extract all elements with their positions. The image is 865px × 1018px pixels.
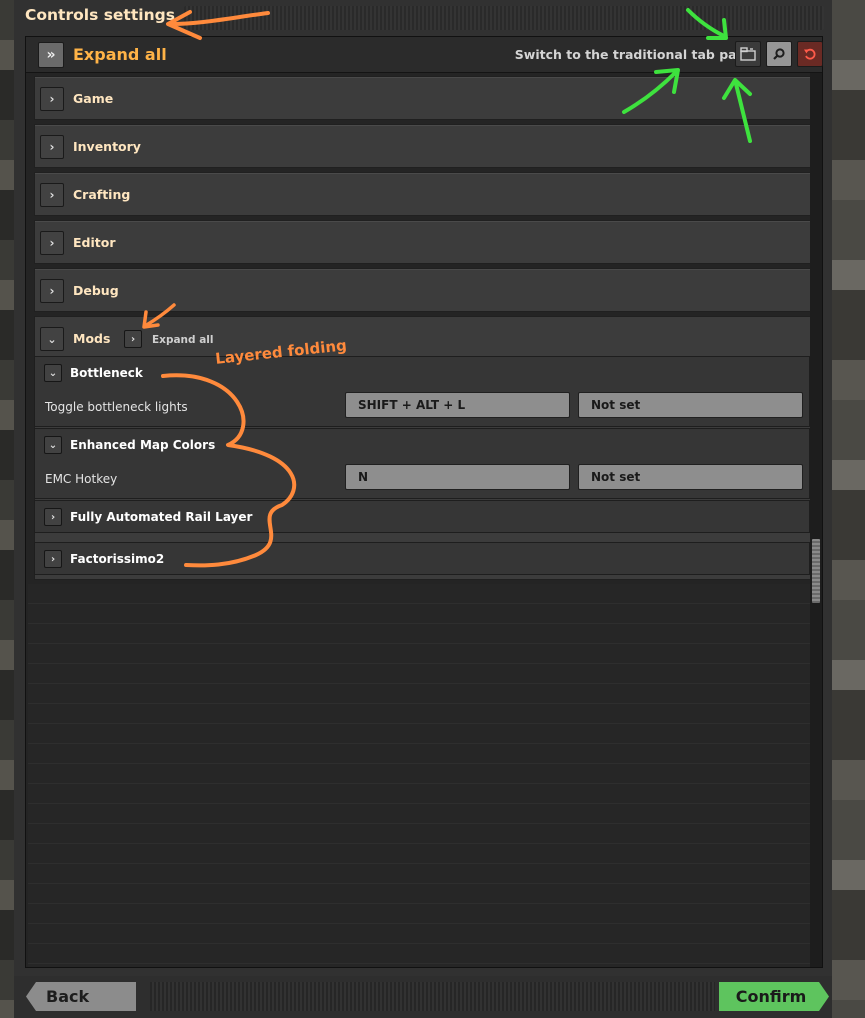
mod-group-label[interactable]: Bottleneck: [70, 366, 143, 380]
chevron-right-icon[interactable]: ›: [40, 135, 64, 159]
keybind-secondary-button[interactable]: Not set: [578, 464, 803, 490]
mod-group-fully-automated-rail-layer[interactable]: › Fully Automated Rail Layer: [34, 500, 810, 533]
mods-expand-all-label[interactable]: Expand all: [152, 334, 213, 346]
chevron-right-icon[interactable]: ›: [40, 279, 64, 303]
chevron-right-icon[interactable]: ›: [40, 183, 64, 207]
reset-icon: [804, 48, 816, 60]
title-drag-handle[interactable]: [184, 6, 824, 30]
control-label: EMC Hotkey: [45, 472, 118, 486]
search-icon: [773, 48, 785, 60]
dialog-footer: Back Confirm: [14, 976, 832, 1018]
chevron-right-icon[interactable]: ›: [40, 87, 64, 111]
window-title: Controls settings: [25, 6, 175, 24]
switch-tab-page-label: Switch to the traditional tab page: [514, 47, 754, 62]
category-editor[interactable]: › Editor: [34, 220, 812, 264]
category-label: Editor: [73, 235, 116, 250]
search-button[interactable]: [766, 41, 792, 67]
expand-all-button[interactable]: »: [38, 42, 64, 68]
chevron-right-icon[interactable]: ›: [40, 231, 64, 255]
mod-group-label[interactable]: Enhanced Map Colors: [70, 438, 215, 452]
footer-drag-handle: [150, 982, 715, 1011]
mod-group-label: Fully Automated Rail Layer: [70, 510, 253, 524]
controls-settings-window: Controls settings » Expand all Switch to…: [14, 0, 832, 1018]
mod-group-enhanced-map-colors: ⌄ Enhanced Map Colors EMC Hotkey N Not s…: [34, 428, 810, 499]
toolbar: » Expand all Switch to the traditional t…: [26, 37, 823, 73]
mod-group-factorissimo2[interactable]: › Factorissimo2: [34, 542, 810, 575]
scrollbar-thumb[interactable]: [812, 539, 820, 603]
tab-page-icon: [740, 47, 756, 61]
category-label: Game: [73, 91, 114, 106]
category-label: Inventory: [73, 139, 141, 154]
background-left: [0, 0, 14, 1018]
keybind-primary-button[interactable]: SHIFT + ALT + L: [345, 392, 570, 418]
chevron-right-icon[interactable]: ›: [44, 508, 62, 526]
double-chevron-right-icon: »: [46, 47, 56, 63]
keybind-primary-button[interactable]: N: [345, 464, 570, 490]
category-label: Mods: [73, 331, 111, 346]
category-mods: ⌄ Mods › Expand all ⌄ Bottleneck Toggle …: [34, 316, 812, 580]
background-right: [832, 0, 865, 1018]
expand-all-label[interactable]: Expand all: [73, 45, 167, 64]
settings-panel: » Expand all Switch to the traditional t…: [25, 36, 823, 968]
switch-tab-page-button[interactable]: [735, 41, 761, 67]
chevron-down-icon[interactable]: ⌄: [44, 436, 62, 454]
confirm-button[interactable]: Confirm: [719, 982, 829, 1011]
back-button[interactable]: Back: [26, 982, 136, 1011]
mod-group-label: Factorissimo2: [70, 552, 165, 566]
category-inventory[interactable]: › Inventory: [34, 124, 812, 168]
category-game[interactable]: › Game: [34, 76, 812, 120]
chevron-right-icon[interactable]: ›: [44, 550, 62, 568]
mods-expand-all-button[interactable]: ›: [124, 330, 142, 348]
keybind-secondary-button[interactable]: Not set: [578, 392, 803, 418]
reset-button[interactable]: [797, 41, 823, 67]
mod-group-bottleneck: ⌄ Bottleneck Toggle bottleneck lights SH…: [34, 356, 810, 427]
category-label: Debug: [73, 283, 119, 298]
empty-list-area: [28, 584, 810, 967]
category-label: Crafting: [73, 187, 131, 202]
scrollbar[interactable]: [810, 73, 822, 967]
control-label: Toggle bottleneck lights: [45, 400, 188, 414]
chevron-down-icon[interactable]: ⌄: [44, 364, 62, 382]
category-crafting[interactable]: › Crafting: [34, 172, 812, 216]
category-debug[interactable]: › Debug: [34, 268, 812, 312]
chevron-down-icon[interactable]: ⌄: [40, 327, 64, 351]
